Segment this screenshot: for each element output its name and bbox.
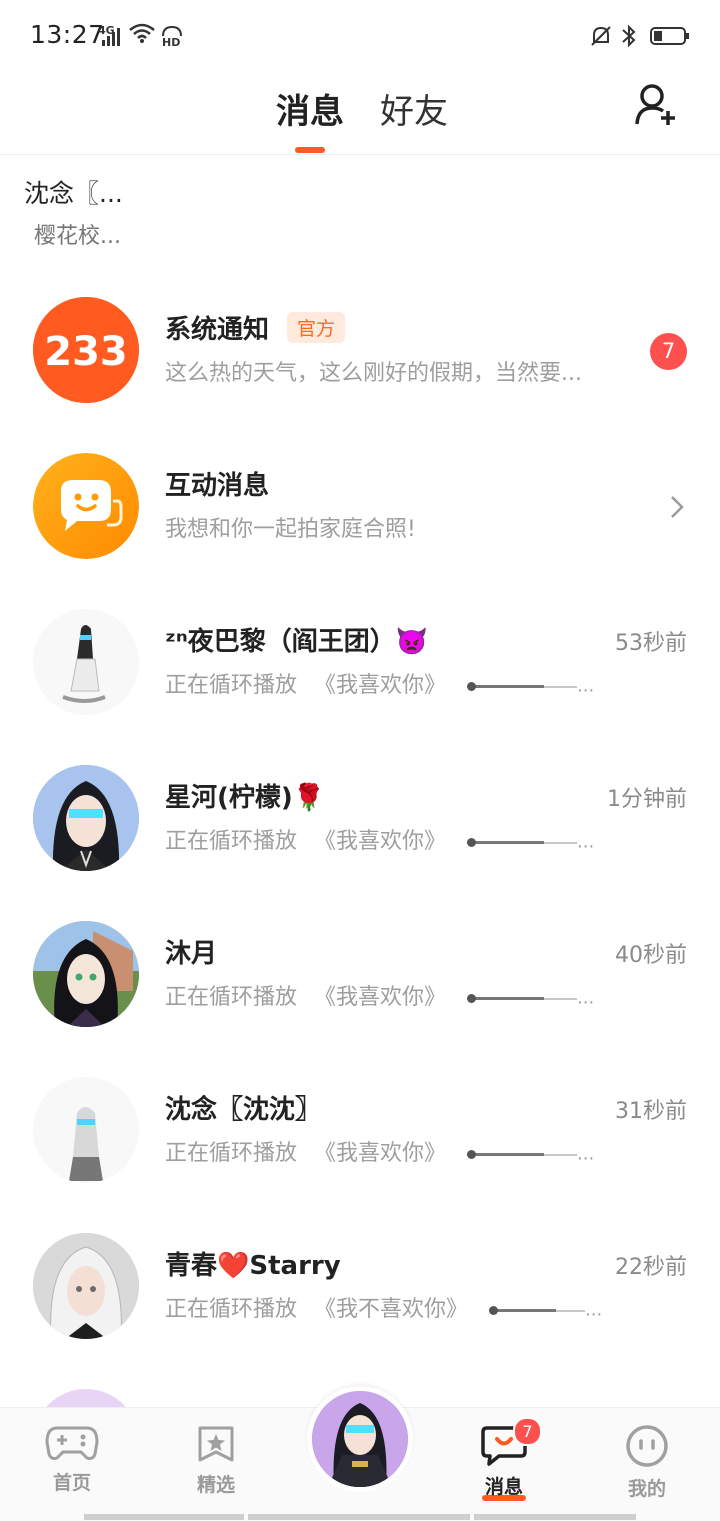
now-playing: 正在循环播放 《我喜欢你》 ... — [165, 829, 595, 854]
interaction-title: 互动消息 — [165, 471, 270, 501]
chat-row[interactable]: 星河(柠檬)🌹 1分钟前 正在循环播放 《我喜欢你》 ... — [0, 765, 720, 905]
song-progress — [489, 1304, 586, 1316]
tab-messages[interactable]: 消息 — [276, 84, 344, 133]
mute-bell-icon — [591, 26, 611, 46]
bottom-nav: 首页 精选 消息 我的 — [0, 1386, 720, 1521]
timestamp: 53秒前 — [615, 631, 687, 656]
avatar — [33, 921, 139, 1027]
home-indicator — [84, 1514, 244, 1520]
now-playing: 正在循环播放 《我喜欢你》 ... — [165, 673, 595, 698]
header: 消息 好友 — [0, 74, 720, 155]
chat-row[interactable]: 沈念〖沈沈〗 31秒前 正在循环播放 《我喜欢你》 ... — [0, 1077, 720, 1217]
home-indicator — [474, 1514, 636, 1520]
official-badge: 官方 — [287, 312, 346, 343]
chevron-right-icon — [671, 496, 684, 518]
avatar — [33, 1389, 139, 1407]
svg-text:HD: HD — [162, 36, 180, 48]
chat-row[interactable]: ᶻⁿ夜巴黎（阎王团）👿 53秒前 正在循环播放 《我喜欢你》 ... — [0, 609, 720, 749]
nav-featured-label: 精选 — [196, 1474, 235, 1496]
nav-messages-badge: 7 — [513, 1417, 542, 1446]
gamepad-icon — [45, 1426, 99, 1460]
top-user[interactable]: 沈念〖... 樱花校... — [24, 174, 123, 250]
nav-profile[interactable]: 我的 — [592, 1424, 702, 1501]
avatar — [33, 1233, 139, 1339]
timestamp: 22秒前 — [615, 1255, 687, 1280]
face-icon — [626, 1425, 668, 1467]
system-avatar: 233 — [33, 297, 139, 403]
chat-row[interactable]: 青春❤️Starry 22秒前 正在循环播放 《我不喜欢你》 ... — [0, 1233, 720, 1373]
interaction-preview: 我想和你一起拍家庭合照! — [165, 517, 416, 542]
nav-home[interactable]: 首页 — [17, 1424, 127, 1495]
svg-text:233: 233 — [44, 329, 128, 375]
add-user-icon[interactable] — [632, 80, 680, 128]
contact-name: 星河(柠檬)🌹 — [165, 783, 326, 813]
system-preview: 这么热的天气，这么刚好的假期，当然要... — [165, 361, 582, 386]
nav-messages-label: 消息 — [484, 1476, 523, 1498]
hd-icon: HD — [162, 25, 182, 48]
top-user-subtitle: 樱花校... — [34, 224, 121, 249]
timestamp: 40秒前 — [615, 943, 687, 968]
tab-underline — [295, 147, 325, 153]
unread-count-badge: 7 — [650, 333, 687, 370]
chat-row[interactable]: 沐月 40秒前 正在循环播放 《我喜欢你》 ... — [0, 921, 720, 1061]
status-time: 13:27 — [30, 20, 105, 49]
status-bar: 13:27 4G HD — [0, 0, 720, 74]
signal-icon — [102, 28, 122, 46]
wifi-icon — [129, 23, 155, 43]
avatar — [33, 1077, 139, 1183]
nav-profile-label: 我的 — [627, 1478, 666, 1500]
nav-featured[interactable]: 精选 — [161, 1424, 271, 1497]
contact-name: 沈念〖沈沈〗 — [165, 1095, 322, 1125]
avatar — [33, 765, 139, 871]
contact-name: 沐月 — [165, 939, 218, 969]
top-user-name: 沈念〖... — [24, 179, 123, 208]
bluetooth-icon — [622, 24, 636, 48]
avatar — [33, 609, 139, 715]
star-bookmark-icon — [198, 1426, 234, 1462]
now-playing: 正在循环播放 《我喜欢你》 ... — [165, 985, 595, 1010]
nav-home-label: 首页 — [52, 1472, 91, 1494]
battery-icon — [650, 27, 689, 45]
chat-bubble-icon — [33, 453, 139, 559]
system-title: 系统通知 官方 — [165, 309, 346, 346]
interaction-row[interactable]: 互动消息 我想和你一起拍家庭合照! — [0, 453, 720, 593]
timestamp: 1分钟前 — [607, 787, 687, 812]
timestamp: 31秒前 — [615, 1099, 687, 1124]
song-progress — [467, 680, 578, 692]
song-progress — [467, 1148, 578, 1160]
interaction-avatar — [33, 453, 139, 559]
contact-name: 青春❤️Starry — [165, 1251, 341, 1281]
now-playing: 正在循环播放 《我喜欢你》 ... — [165, 1141, 595, 1166]
tab-friends[interactable]: 好友 — [380, 84, 448, 133]
nav-messages[interactable]: 消息 — [449, 1424, 559, 1501]
now-playing: 正在循环播放 《我不喜欢你》 ... — [165, 1297, 603, 1322]
song-progress — [467, 836, 578, 848]
contact-name: ᶻⁿ夜巴黎（阎王团）👿 — [165, 627, 429, 657]
system-notification-row[interactable]: 233 系统通知 官方 这么热的天气，这么刚好的假期，当然要... 7 — [0, 297, 720, 437]
song-progress — [467, 992, 578, 1004]
home-indicator — [248, 1514, 470, 1520]
center-avatar-button[interactable] — [307, 1386, 413, 1492]
avatar — [312, 1391, 408, 1487]
